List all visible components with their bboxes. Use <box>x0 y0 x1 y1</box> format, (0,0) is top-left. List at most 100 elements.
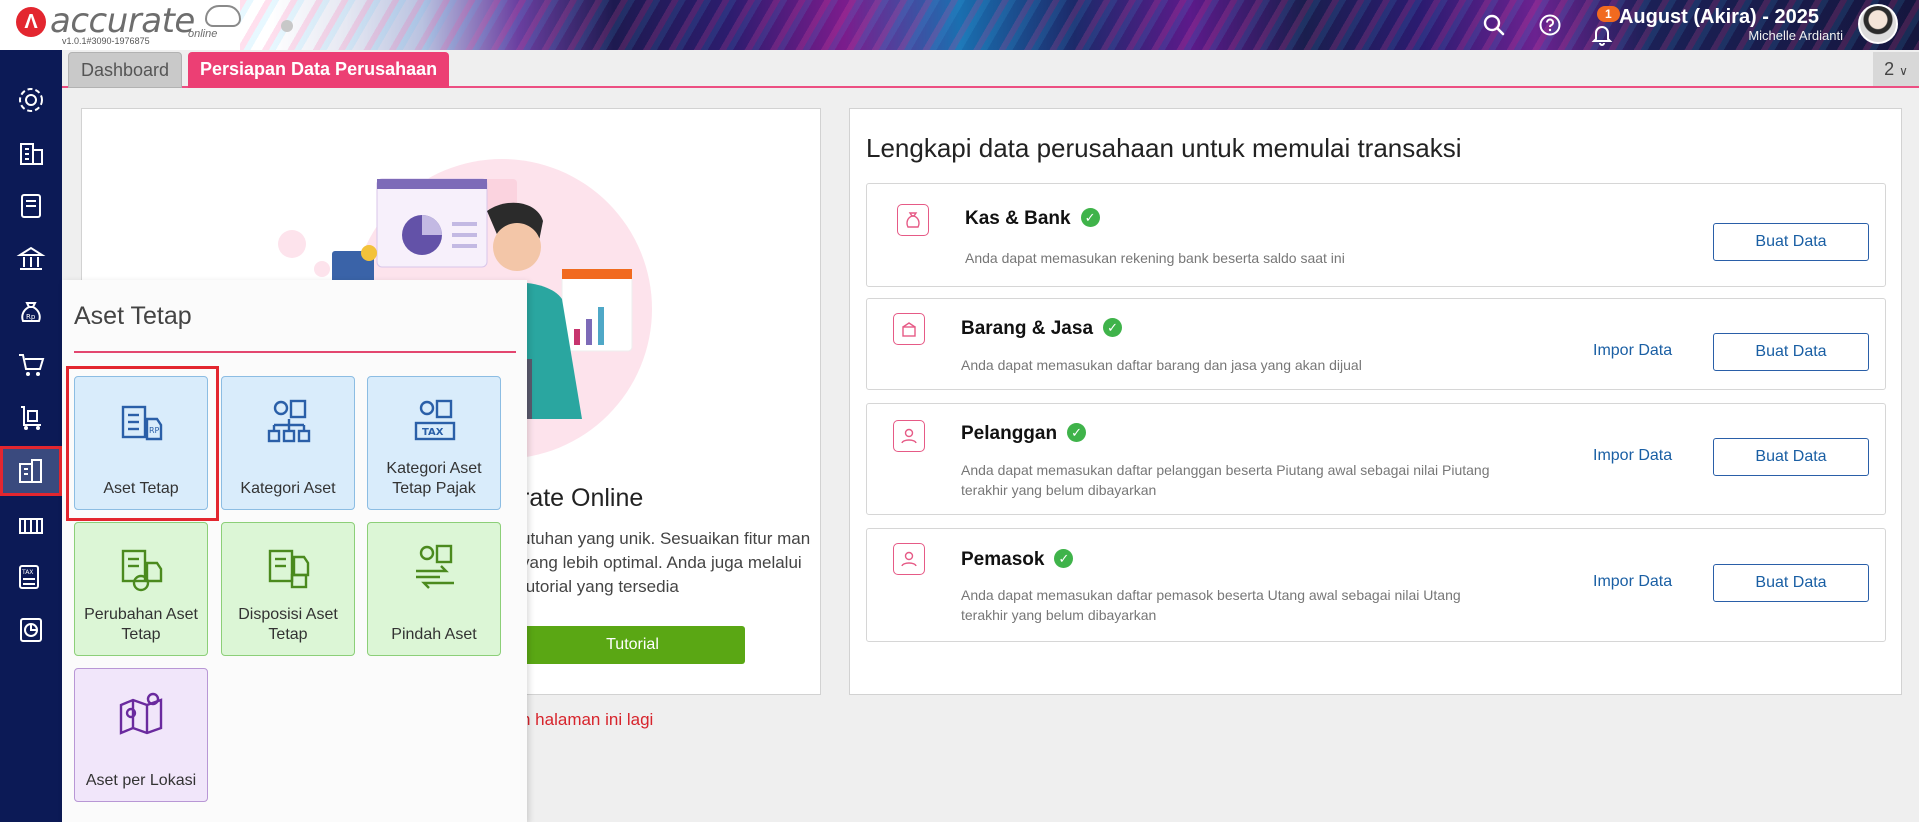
buat-data-button-pemasok[interactable]: Buat Data <box>1713 564 1869 602</box>
card-title: Barang & Jasa ✓ <box>961 318 1123 340</box>
complete-data-title: Lengkapi data perusahaan untuk memulai t… <box>866 133 1462 163</box>
fixed-asset-icon <box>19 459 42 483</box>
sidebar-item-purchase[interactable] <box>0 340 62 390</box>
buat-data-button-barang-jasa[interactable]: Buat Data <box>1713 333 1869 371</box>
sidebar-item-tax[interactable]: TAX <box>0 552 62 602</box>
bell-icon[interactable] <box>1590 22 1614 46</box>
hide-page-link[interactable]: n halaman ini lagi <box>521 710 653 730</box>
factory-icon <box>19 518 43 534</box>
sidebar: Rp TAX <box>0 50 62 822</box>
tile-pindah-aset[interactable]: Pindah Aset <box>367 522 501 656</box>
money-bag-icon: Rp <box>21 302 41 322</box>
location-map-icon <box>119 692 163 735</box>
tutorial-button[interactable]: Tutorial <box>520 626 745 664</box>
help-icon[interactable] <box>1538 13 1562 37</box>
svg-text:Rp: Rp <box>26 313 36 321</box>
check-icon: ✓ <box>1067 423 1087 442</box>
tab-count-value: 2 <box>1884 59 1895 79</box>
tile-kategori-aset[interactable]: Kategori Aset <box>221 376 355 510</box>
check-icon: ✓ <box>1080 208 1100 227</box>
tile-disposisi-aset-tetap[interactable]: Disposisi Aset Tetap <box>221 522 355 656</box>
logo-text: accurate <box>50 1 195 41</box>
card-barang-jasa: Barang & Jasa ✓ Anda dapat memasukan daft… <box>866 298 1886 390</box>
svg-text:TAX: TAX <box>422 427 444 438</box>
building-icon <box>20 143 43 165</box>
tile-perubahan-aset-tetap[interactable]: Perubahan Aset Tetap <box>74 522 208 656</box>
impor-data-link-pelanggan[interactable]: Impor Data <box>1593 447 1672 465</box>
check-icon: ✓ <box>1054 549 1074 568</box>
impor-data-link-barang-jasa[interactable]: Impor Data <box>1593 342 1672 360</box>
card-title-text: Pelanggan <box>961 423 1058 444</box>
complete-data-panel: Lengkapi data perusahaan untuk memulai t… <box>849 108 1902 695</box>
tile-label: Kategori Aset <box>240 480 336 497</box>
selection-highlight <box>66 366 219 521</box>
asset-transfer-icon <box>416 544 454 589</box>
card-title: Pelanggan ✓ <box>961 423 1087 445</box>
asset-category-icon <box>267 399 311 443</box>
version-text: v1.0.1#3090-1976875 <box>62 36 150 46</box>
tile-kategori-aset-tetap-pajak[interactable]: TAX Kategori Aset Tetap Pajak <box>367 376 501 510</box>
aset-tetap-menu-popup: Aset Tetap RP Aset Tetap Kategori Aset T… <box>62 280 527 822</box>
popup-title: Aset Tetap <box>74 302 192 330</box>
welcome-title: rate Online <box>521 484 644 512</box>
sidebar-item-manufacturing[interactable] <box>0 499 62 549</box>
cloud-icon <box>205 5 241 27</box>
sidebar-item-sales[interactable]: Rp <box>0 287 62 337</box>
tile-label: Aset per Lokasi <box>85 772 197 789</box>
card-pelanggan: Pelanggan ✓ Anda dapat memasukan daftar p… <box>866 403 1886 515</box>
trolley-icon <box>21 406 41 430</box>
sidebar-item-fixed-asset[interactable] <box>0 446 62 496</box>
tab-count-dropdown[interactable]: 2 ∨ <box>1873 52 1919 86</box>
search-icon[interactable] <box>1482 13 1506 37</box>
asset-disposal-icon <box>268 549 310 589</box>
card-kas-bank: Kas & Bank ✓ Anda dapat memasukan rekenin… <box>866 183 1886 287</box>
card-description-line: terakhir yang belum dibayarkan <box>961 607 1157 623</box>
gear-icon <box>19 88 43 112</box>
card-description: Anda dapat memasukan rekening bank beser… <box>965 250 1345 266</box>
tab-persiapan-data[interactable]: Persiapan Data Perusahaan <box>188 52 450 88</box>
tax-icon: TAX <box>19 565 39 589</box>
card-description: Anda dapat memasukan daftar pemasok bese… <box>961 585 1461 625</box>
tile-aset-per-lokasi[interactable]: Aset per Lokasi <box>74 668 208 802</box>
card-title-text: Barang & Jasa <box>961 318 1094 339</box>
card-title: Kas & Bank ✓ <box>965 208 1100 230</box>
card-description: Anda dapat memasukan daftar barang dan j… <box>961 357 1362 373</box>
tile-label: Pindah Aset <box>391 626 477 643</box>
check-icon: ✓ <box>1103 318 1123 337</box>
popup-divider <box>74 351 516 353</box>
sidebar-item-reports[interactable] <box>0 605 62 655</box>
sidebar-item-settings[interactable] <box>0 75 62 125</box>
tab-dashboard[interactable]: Dashboard <box>68 52 183 88</box>
tax-asset-category-icon: TAX <box>414 399 456 441</box>
card-description-line: Anda dapat memasukan daftar pelanggan be… <box>961 462 1490 478</box>
sidebar-item-bank[interactable] <box>0 234 62 284</box>
tile-label: Kategori Aset Tetap Pajak <box>386 460 482 497</box>
card-description-line: Anda dapat memasukan daftar pemasok bese… <box>961 587 1461 603</box>
cash-bank-icon <box>897 204 929 236</box>
avatar[interactable] <box>1858 4 1898 44</box>
sidebar-item-ledger[interactable] <box>0 181 62 231</box>
user-name: Michelle Ardianti <box>1748 28 1843 43</box>
card-pemasok: Pemasok ✓ Anda dapat memasukan daftar pem… <box>866 528 1886 642</box>
report-icon <box>20 618 42 642</box>
customer-icon <box>893 420 925 452</box>
chevron-down-icon: ∨ <box>1899 64 1908 78</box>
accurate-logo[interactable]: Λ accurate <box>16 4 195 38</box>
card-title: Pemasok ✓ <box>961 549 1074 571</box>
cart-icon <box>19 354 45 376</box>
tile-label: Disposisi Aset Tetap <box>238 606 338 643</box>
impor-data-link-pemasok[interactable]: Impor Data <box>1593 573 1672 591</box>
buat-data-button-kas-bank[interactable]: Buat Data <box>1713 223 1869 261</box>
bank-icon <box>16 246 46 270</box>
welcome-description: utuhan yang unik. Sesuaikan fitur man ya… <box>521 529 811 596</box>
buat-data-button-pelanggan[interactable]: Buat Data <box>1713 438 1869 476</box>
asset-change-icon <box>121 549 163 592</box>
card-description: Anda dapat memasukan daftar pelanggan be… <box>961 460 1489 500</box>
card-description-line: terakhir yang belum dibayarkan <box>961 482 1157 498</box>
sidebar-item-company[interactable] <box>0 128 62 178</box>
tab-bar: Dashboard Persiapan Data Perusahaan 2 ∨ <box>62 50 1919 88</box>
box-icon <box>893 313 925 345</box>
period-label[interactable]: August (Akira) - 2025 <box>1619 6 1819 29</box>
card-title-text: Kas & Bank <box>965 208 1071 229</box>
sidebar-item-inventory[interactable] <box>0 393 62 443</box>
